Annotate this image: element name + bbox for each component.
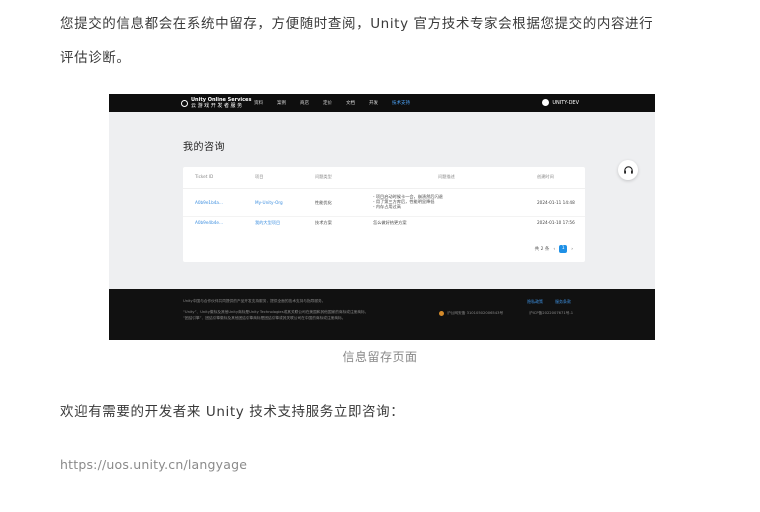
ticket-description: 怎么做好热更方案 bbox=[373, 220, 407, 226]
ticket-description: - 项目启动时候卡一会，崩溃然后闪退 - 用了第三方库后，性能明显降低 - 内存… bbox=[373, 194, 443, 209]
police-badge-icon bbox=[439, 311, 444, 316]
ticket-type: 性能优化 bbox=[315, 200, 332, 205]
table-header: Ticket ID 项目 问题类型 问题描述 创建时间 bbox=[183, 174, 585, 189]
ticket-id-link[interactable]: A0b9e1b4a... bbox=[195, 200, 223, 205]
user-name: UNITY-DEV bbox=[552, 99, 579, 106]
terms-link[interactable]: 服务条款 bbox=[555, 299, 571, 305]
footer-legal-2: “团结引擎”、团结引擎徽标及其他团结引擎商标是团结引擎或其关联公司在中国的商标或… bbox=[183, 316, 346, 320]
privacy-policy-link[interactable]: 隐私政策 bbox=[527, 299, 543, 305]
nav-item-documentation[interactable]: 文档 bbox=[346, 100, 355, 106]
article-paragraph-2: 评估诊断。 bbox=[60, 50, 131, 66]
page-1-button[interactable]: 1 bbox=[559, 245, 568, 253]
table-row[interactable]: A0b9e4b4e... 我的大型项目 技术方案 怎么做好热更方案 2024-0… bbox=[183, 220, 585, 234]
embedded-screenshot: Unity Online Services 云 游 戏 开 发 者 服 务 资料… bbox=[109, 94, 655, 340]
site-footer: Unity中国与合作伙伴共同提供的产品开发支持服务，提供全面的技术支持与指导服务… bbox=[109, 289, 655, 340]
nav-item-support[interactable]: 技术支持 bbox=[392, 100, 410, 106]
prev-page-icon[interactable]: ‹ bbox=[553, 247, 555, 252]
tickets-card: Ticket ID 项目 问题类型 问题描述 创建时间 A0b9e1b4a...… bbox=[183, 167, 585, 262]
header-description: 问题描述 bbox=[438, 174, 455, 179]
nav-item-develop[interactable]: 开发 bbox=[369, 100, 378, 106]
page-title: 我的咨询 bbox=[183, 142, 225, 153]
image-caption: 信息留存页面 bbox=[342, 350, 418, 364]
pagination-total: 共 2 条 bbox=[534, 247, 550, 252]
ticket-type: 技术方案 bbox=[315, 220, 332, 225]
logo-subtitle: 云 游 戏 开 发 者 服 务 bbox=[191, 103, 243, 109]
unity-logo-icon bbox=[181, 99, 188, 107]
main-nav: 资料 案例 商店 定价 文档 开发 技术支持 bbox=[254, 100, 410, 106]
header-project: 项目 bbox=[255, 174, 264, 179]
police-record-text: 沪公网安备 31010502006543号 bbox=[447, 311, 504, 315]
article-paragraph-3: 欢迎有需要的开发者来 Unity 技术支持服务立即咨询： bbox=[60, 404, 405, 420]
nav-item-cases[interactable]: 案例 bbox=[277, 100, 286, 106]
footer-legal-1: “Unity”、Unity徽标及其他Unity商标是Unity Technolo… bbox=[183, 310, 369, 314]
ticket-created: 2024-01-10 17:56 bbox=[537, 220, 575, 225]
header-created: 创建时间 bbox=[537, 174, 554, 179]
pagination: 共 2 条 ‹ 1 › bbox=[535, 245, 573, 253]
headset-icon bbox=[623, 165, 633, 174]
nav-item-docs[interactable]: 资料 bbox=[254, 100, 263, 106]
next-page-icon[interactable]: › bbox=[571, 247, 573, 252]
footer-intro: Unity中国与合作伙伴共同提供的产品开发支持服务，提供全面的技术支持与指导服务… bbox=[183, 299, 326, 303]
user-menu[interactable]: UNITY-DEV bbox=[542, 99, 579, 106]
top-navigation-bar: Unity Online Services 云 游 戏 开 发 者 服 务 资料… bbox=[109, 94, 655, 112]
nav-item-pricing[interactable]: 定价 bbox=[323, 100, 332, 106]
uos-logo[interactable]: Unity Online Services 云 游 戏 开 发 者 服 务 bbox=[181, 97, 251, 109]
customer-support-button[interactable] bbox=[618, 160, 638, 180]
ticket-id-link[interactable]: A0b9e4b4e... bbox=[195, 220, 223, 225]
table-row[interactable]: A0b9e1b4a... My-Unity-Org 性能优化 - 项目启动时候卡… bbox=[183, 194, 585, 217]
description-line: 怎么做好热更方案 bbox=[373, 220, 407, 225]
nav-item-store[interactable]: 商店 bbox=[300, 100, 309, 106]
header-ticket-id: Ticket ID bbox=[195, 174, 214, 179]
footer-links: 隐私政策 服务条款 bbox=[527, 299, 571, 305]
police-record[interactable]: 沪公网安备 31010502006543号 bbox=[439, 311, 503, 316]
support-url-link[interactable]: https://uos.unity.cn/langyage bbox=[60, 457, 247, 472]
header-type: 问题类型 bbox=[315, 174, 332, 179]
ticket-created: 2024-01-11 14:48 bbox=[537, 200, 575, 205]
project-link[interactable]: 我的大型项目 bbox=[255, 220, 280, 226]
user-avatar-icon bbox=[542, 99, 550, 106]
project-link[interactable]: My-Unity-Org bbox=[255, 200, 283, 205]
description-line: - 内存占用过高 bbox=[373, 204, 401, 209]
article-paragraph-1: 您提交的信息都会在系统中留存，方便随时查阅，Unity 官方技术专家会根据您提交… bbox=[60, 16, 654, 32]
icp-record[interactable]: 沪ICP备2022007671号-1 bbox=[529, 311, 573, 316]
